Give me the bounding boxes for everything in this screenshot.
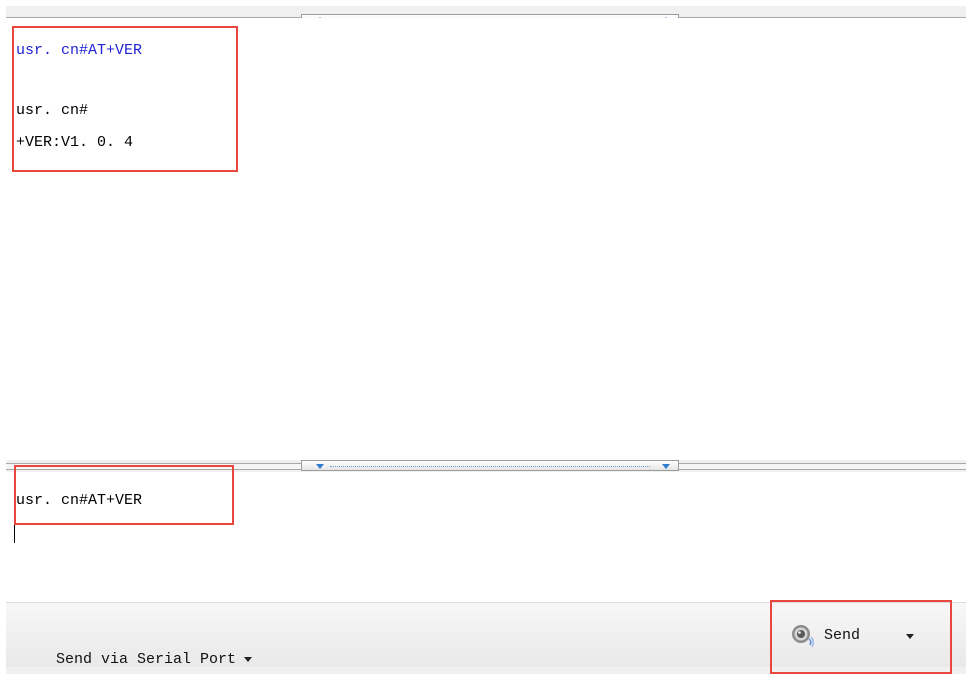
highlight-box-input xyxy=(14,465,234,525)
grip-dots xyxy=(330,466,650,467)
send-mode-label: Send via Serial Port xyxy=(56,651,237,668)
splitter-grip[interactable] xyxy=(301,460,679,471)
down-arrow-icon[interactable] xyxy=(316,464,324,469)
text-caret xyxy=(14,525,15,543)
highlight-box-send xyxy=(770,600,952,674)
chevron-down-icon[interactable] xyxy=(244,656,253,662)
highlight-box-output xyxy=(12,26,238,172)
down-arrow-icon[interactable] xyxy=(662,464,670,469)
send-mode-dropdown[interactable]: Send via Serial Port xyxy=(38,624,253,668)
